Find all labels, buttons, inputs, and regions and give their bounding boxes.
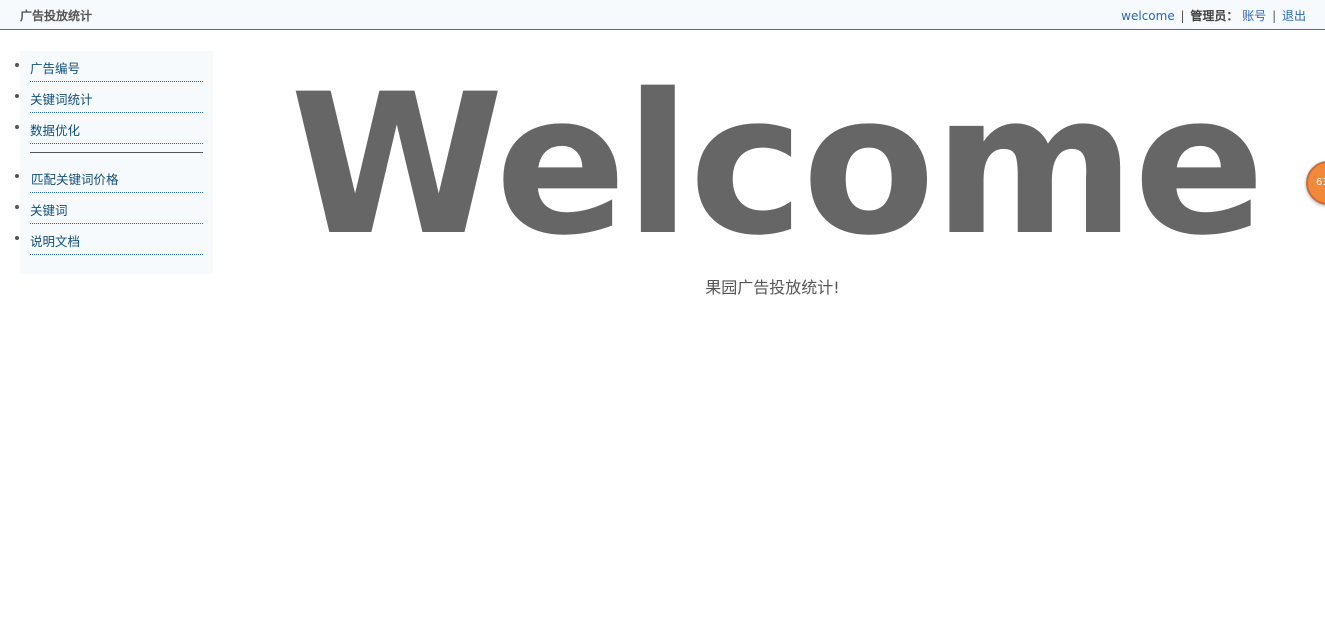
- welcome-hero: Welcome: [289, 52, 1265, 278]
- user-box: welcome | 管理员： 账号 | 退出: [1121, 7, 1306, 24]
- top-bar: 广告投放统计 welcome | 管理员： 账号 | 退出: [0, 0, 1325, 30]
- separator: |: [1180, 9, 1185, 23]
- welcome-link[interactable]: welcome: [1121, 9, 1175, 23]
- separator: |: [1272, 9, 1277, 23]
- bullet-icon: [15, 63, 19, 67]
- logout-link[interactable]: 退出: [1282, 9, 1306, 23]
- account-link[interactable]: 账号: [1242, 9, 1266, 23]
- welcome-subtitle: 果园广告投放统计!: [705, 278, 840, 297]
- role-label: 管理员：: [1190, 9, 1239, 23]
- app-title: 广告投放统计: [20, 9, 93, 23]
